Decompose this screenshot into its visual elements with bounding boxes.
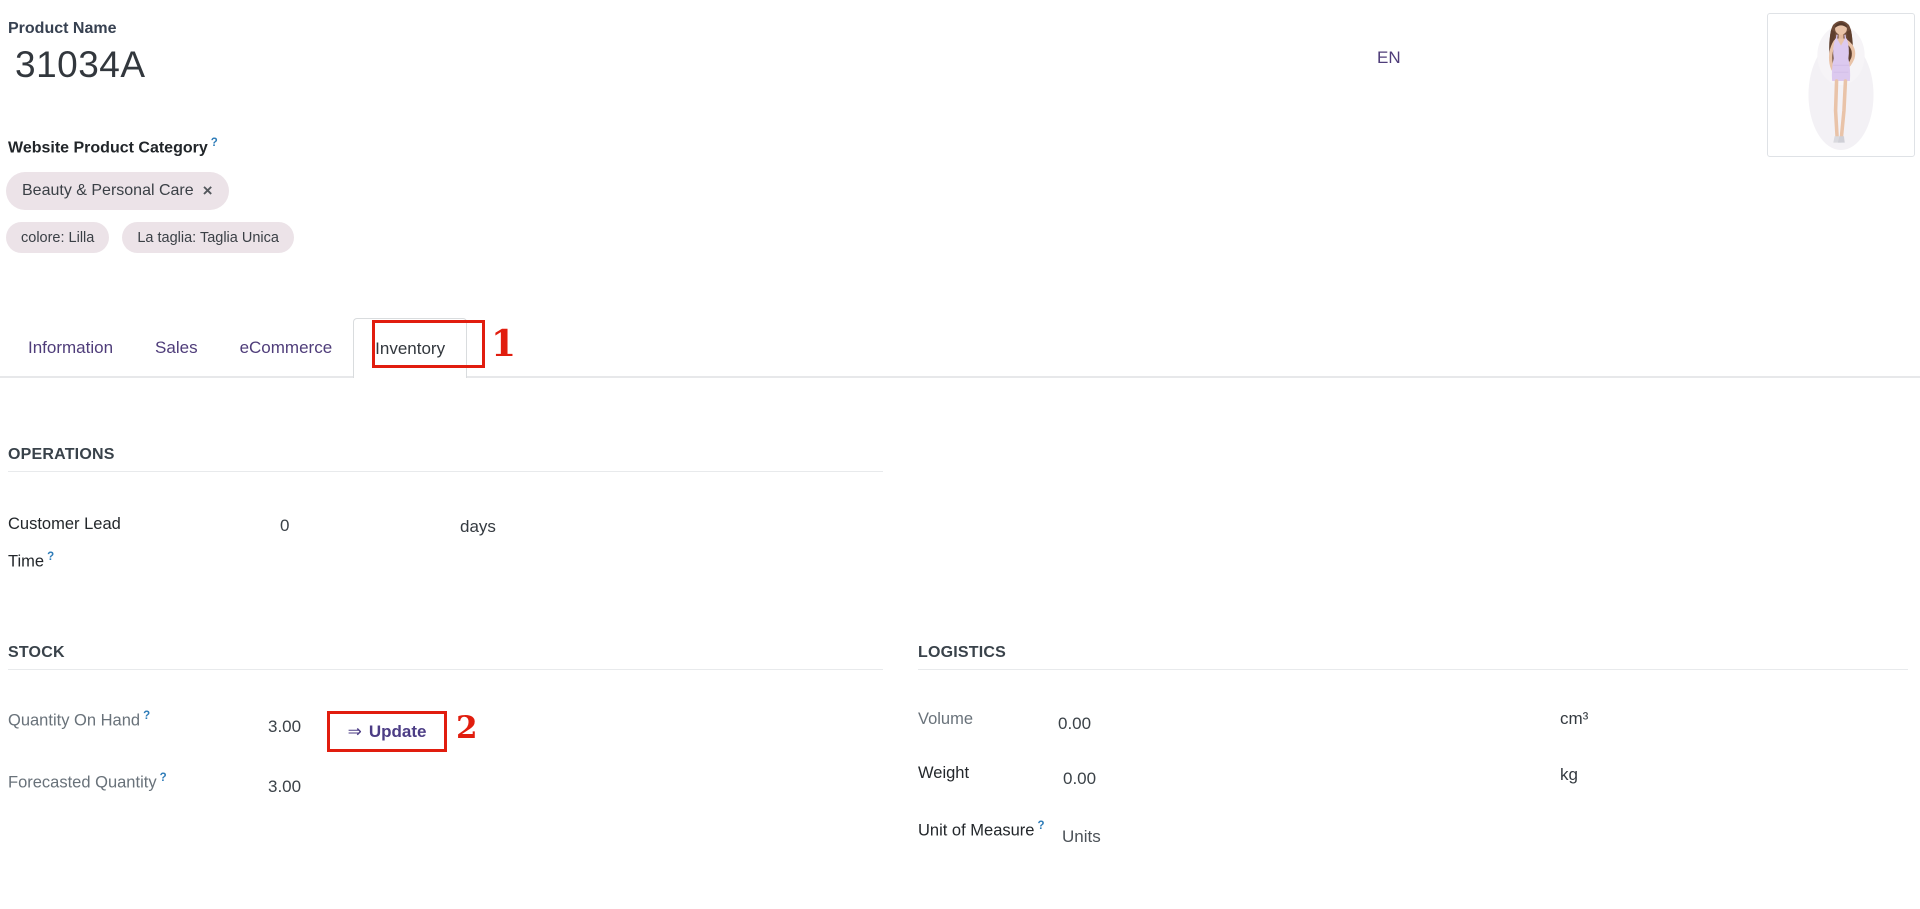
customer-lead-time-unit: days	[460, 517, 496, 537]
category-tag[interactable]: Beauty & Personal Care ×	[6, 172, 229, 210]
help-icon: ?	[47, 551, 54, 563]
operations-section-title: OPERATIONS	[8, 446, 883, 472]
variant-tag-row: colore: Lilla La taglia: Taglia Unica	[6, 222, 294, 253]
category-tag-row: Beauty & Personal Care ×	[6, 172, 229, 210]
customer-lead-time-label: Customer Lead Time?	[8, 508, 133, 579]
weight-label: Weight	[918, 764, 969, 783]
language-badge[interactable]: EN	[1377, 48, 1401, 68]
product-photo-model	[1782, 16, 1900, 154]
customer-lead-time-input[interactable]: 0	[280, 516, 289, 536]
arrow-right-icon: ⇒	[348, 722, 362, 741]
volume-label: Volume	[918, 710, 973, 729]
notebook-tabs: Information Sales eCommerce Inventory	[0, 318, 1920, 378]
category-tag-label: Beauty & Personal Care	[22, 182, 194, 200]
tab-inventory[interactable]: Inventory	[353, 318, 467, 378]
website-product-category-text: Website Product Category	[8, 139, 208, 156]
unit-of-measure-value[interactable]: Units	[1062, 827, 1101, 847]
volume-unit: cm³	[1560, 709, 1588, 729]
product-image[interactable]	[1767, 13, 1915, 157]
forecasted-quantity-value: 3.00	[268, 777, 301, 797]
quantity-on-hand-value: 3.00	[268, 717, 301, 737]
update-quantity-button[interactable]: ⇒Update	[348, 722, 427, 742]
weight-input[interactable]: 0.00	[1063, 769, 1096, 789]
annotation-box-2: ⇒Update	[327, 711, 447, 752]
quantity-on-hand-label: Quantity On Hand?	[8, 710, 150, 731]
website-product-category-label: Website Product Category?	[8, 137, 218, 157]
tab-sales[interactable]: Sales	[134, 318, 219, 378]
forecasted-quantity-label: Forecasted Quantity?	[8, 772, 167, 793]
help-icon: ?	[211, 137, 218, 149]
stock-section-title: STOCK	[8, 644, 883, 670]
unit-of-measure-label: Unit of Measure?	[918, 820, 1045, 841]
help-icon: ?	[160, 772, 167, 784]
logistics-section-title: LOGISTICS	[918, 644, 1908, 670]
product-name-value[interactable]: 31034A	[15, 44, 146, 86]
tab-ecommerce[interactable]: eCommerce	[219, 318, 354, 378]
annotation-number-1: 1	[491, 323, 516, 365]
tag-remove-icon[interactable]: ×	[203, 181, 213, 201]
help-icon: ?	[143, 710, 150, 722]
tab-information[interactable]: Information	[7, 318, 134, 378]
variant-tag-size: La taglia: Taglia Unica	[122, 222, 294, 253]
variant-tag-color: colore: Lilla	[6, 222, 109, 253]
annotation-number-2: 2	[456, 710, 478, 746]
product-name-label: Product Name	[8, 20, 116, 38]
help-icon: ?	[1037, 820, 1044, 832]
weight-unit: kg	[1560, 765, 1578, 785]
volume-input[interactable]: 0.00	[1058, 714, 1091, 734]
